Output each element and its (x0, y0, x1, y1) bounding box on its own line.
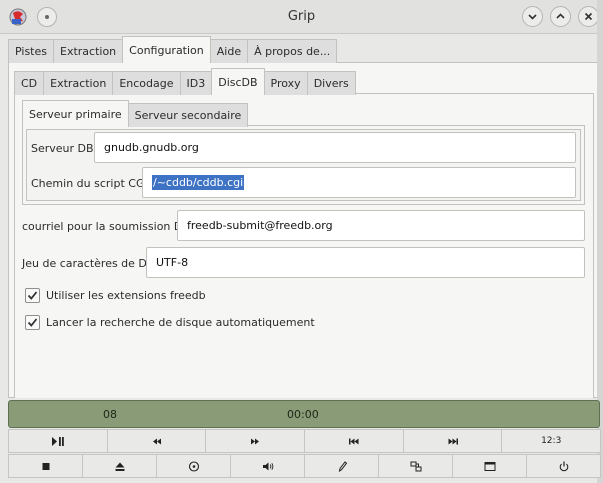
power-button[interactable] (526, 454, 601, 478)
charset-field[interactable]: UTF-8 (146, 247, 585, 278)
auto-disc-lookup-checkbox[interactable] (25, 315, 40, 330)
play-time: 00:00 (287, 408, 319, 421)
auto-disc-lookup-label: Lancer la recherche de disque automatiqu… (46, 316, 315, 329)
tab-encodage[interactable]: Encodage (112, 71, 181, 95)
checkmark-icon (27, 318, 38, 327)
tab-aide[interactable]: Aide (209, 39, 249, 63)
track-numbers-button[interactable]: 12:3 (501, 429, 602, 453)
fast-forward-icon (251, 438, 260, 444)
current-track: 08 (103, 408, 117, 421)
tab-divers[interactable]: Divers (306, 71, 356, 95)
volume-icon (262, 462, 273, 470)
server-tabs: Serveur primaire Serveur secondaire (22, 100, 249, 127)
tab-pistes[interactable]: Pistes (8, 39, 54, 63)
track-numbers-icon: 12:3 (541, 436, 562, 446)
checkmark-icon (27, 291, 38, 300)
rewind-button[interactable] (106, 429, 207, 453)
db-server-label: Serveur DB (31, 142, 94, 155)
eject-button[interactable] (82, 454, 157, 478)
eject-icon (115, 462, 124, 471)
close-button[interactable] (578, 6, 599, 27)
cgi-path-field[interactable]: /~cddb/cddb.cgi (142, 167, 576, 198)
playback-controls: 12:3 (8, 429, 602, 453)
play-pause-icon (51, 436, 64, 446)
tab-discdb[interactable]: DiscDB (211, 68, 265, 95)
cgi-path-label: Chemin du script CGI (31, 177, 148, 190)
next-track-icon (448, 438, 458, 444)
scan-disc-button[interactable] (156, 454, 231, 478)
power-icon (559, 461, 568, 471)
tab-extraction[interactable]: Extraction (53, 39, 124, 63)
cgi-path-value: /~cddb/cddb.cgi (152, 175, 245, 190)
chevron-up-icon (556, 13, 565, 19)
charset-label: Jeu de caractères de DB (22, 257, 155, 270)
tab-a-propos[interactable]: À propos de... (247, 39, 338, 63)
tab-id3[interactable]: ID3 (179, 71, 213, 95)
pencil-icon (338, 460, 347, 472)
stop-icon (42, 462, 49, 470)
close-icon (584, 12, 593, 21)
tab-cd[interactable]: CD (14, 71, 45, 95)
main-tabs: Pistes Extraction Configuration Aide À p… (8, 36, 338, 63)
previous-track-button[interactable] (304, 429, 404, 453)
rewind-icon (152, 438, 161, 444)
tab-serveur-secondaire[interactable]: Serveur secondaire (127, 103, 249, 127)
freedb-extensions-label: Utiliser les extensions freedb (46, 289, 206, 302)
play-pause-button[interactable] (8, 429, 108, 453)
minimize-button[interactable] (522, 6, 543, 27)
shuffle-button[interactable] (378, 454, 453, 478)
stop-button[interactable] (8, 454, 83, 478)
window-button[interactable] (452, 454, 527, 478)
window-title: Grip (287, 9, 316, 24)
previous-track-icon (348, 438, 359, 444)
chevron-down-icon (528, 14, 537, 20)
window-icon (484, 461, 495, 471)
tab-config-extraction[interactable]: Extraction (43, 71, 114, 95)
submit-email-label: courriel pour la soumission DB (22, 220, 190, 233)
volume-button[interactable] (230, 454, 305, 478)
scan-disc-icon (188, 460, 199, 472)
config-tabs: CD Extraction Encodage ID3 DiscDB Proxy … (14, 68, 356, 95)
shuffle-icon (410, 461, 421, 471)
maximize-button[interactable] (550, 6, 571, 27)
tab-serveur-primaire[interactable]: Serveur primaire (22, 100, 129, 127)
status-display: 08 00:00 (8, 400, 600, 428)
freedb-extensions-checkbox[interactable] (25, 288, 40, 303)
tab-proxy[interactable]: Proxy (263, 71, 308, 95)
title-bar: Grip (0, 0, 603, 34)
db-server-field[interactable]: gnudb.gnudb.org (94, 132, 576, 163)
disc-controls (8, 454, 601, 478)
fast-forward-button[interactable] (205, 429, 306, 453)
tab-configuration[interactable]: Configuration (122, 36, 211, 63)
submit-email-field[interactable]: freedb-submit@freedb.org (177, 210, 585, 241)
edit-button[interactable] (304, 454, 379, 478)
next-track-button[interactable] (402, 429, 503, 453)
